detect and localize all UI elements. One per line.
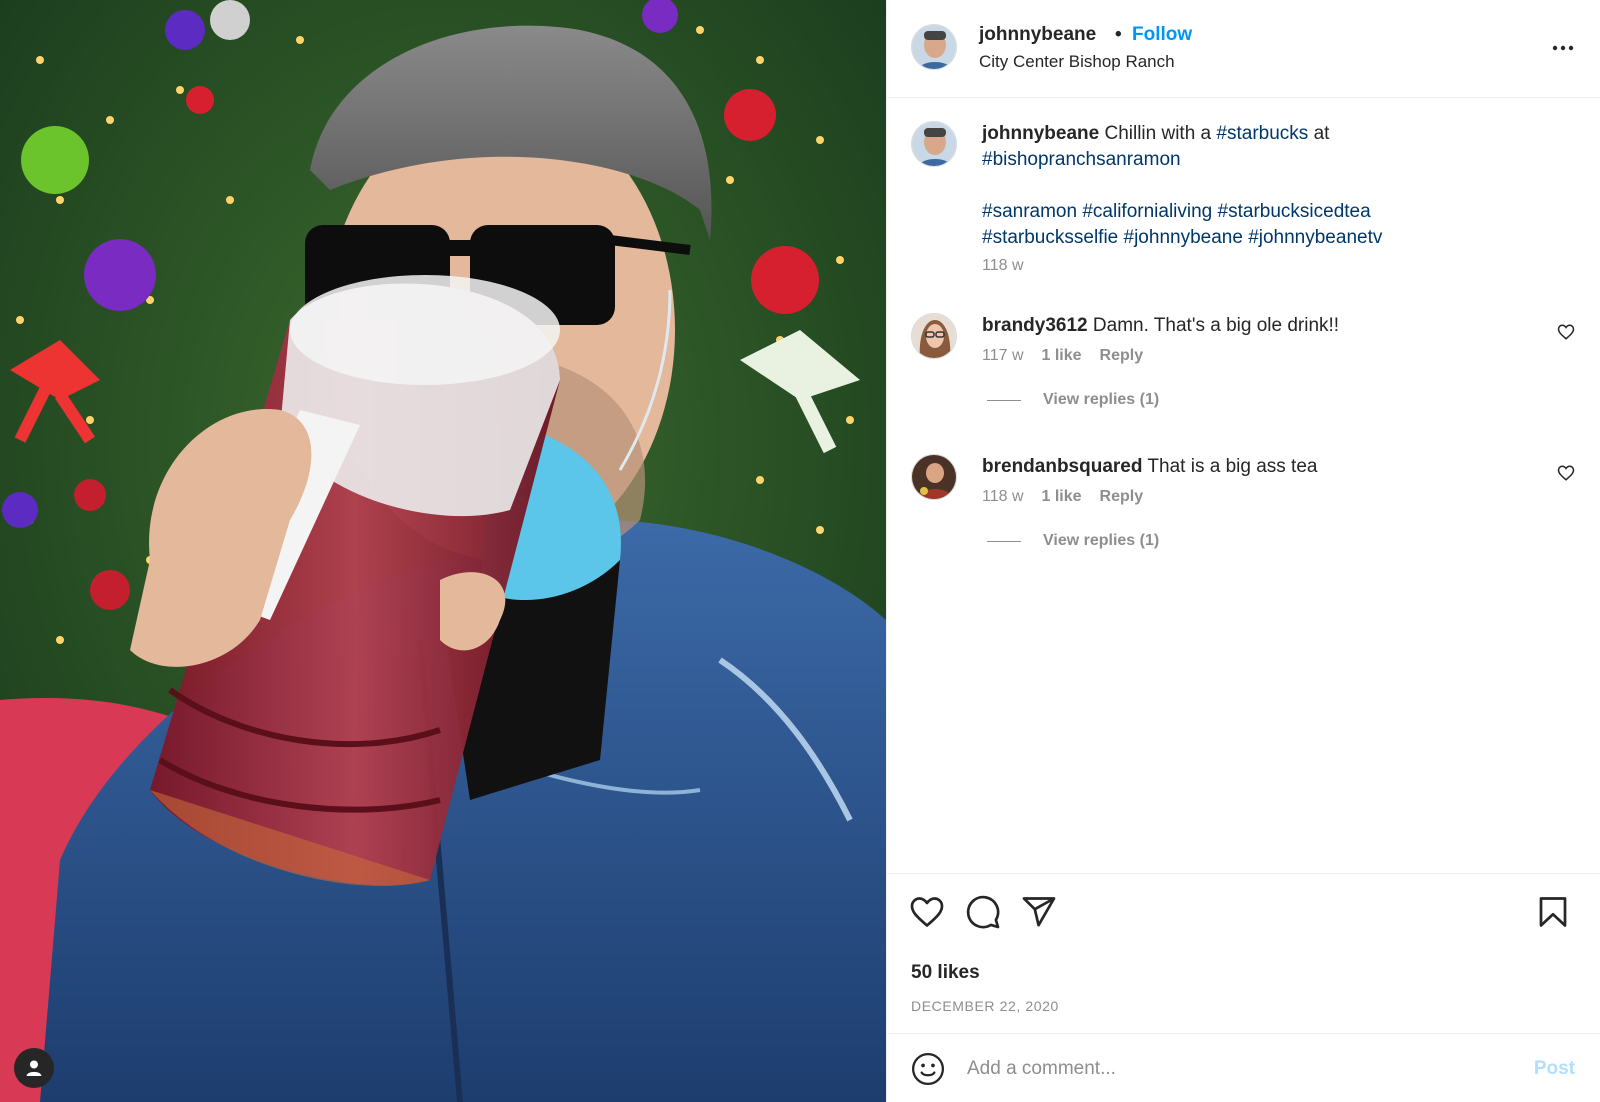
caption-username[interactable]: johnnybeane — [982, 123, 1099, 144]
likes-count[interactable]: 50 likes — [911, 962, 980, 984]
comment-text: Damn. That's a big ole drink!! — [1092, 315, 1340, 336]
caption-text: Chillin with a — [1104, 123, 1212, 144]
reply-button[interactable]: Reply — [1100, 347, 1144, 365]
follow-button[interactable]: Follow — [1132, 24, 1192, 46]
comment-timestamp[interactable]: 117 w — [982, 347, 1024, 365]
post-header: johnnybeane • Follow City Center Bishop … — [887, 0, 1600, 98]
user-tag-icon — [26, 1060, 42, 1076]
avatar-image — [912, 314, 956, 358]
commenter-avatar[interactable] — [911, 313, 957, 359]
comment-likes[interactable]: 1 like — [1042, 347, 1082, 365]
avatar-image — [912, 122, 956, 166]
comment-like-icon[interactable] — [1557, 464, 1575, 482]
comment-likes[interactable]: 1 like — [1042, 488, 1082, 506]
hashtag-link[interactable]: #johnnybeane — [1124, 227, 1243, 248]
caption-avatar[interactable] — [911, 121, 957, 167]
avatar[interactable] — [911, 24, 957, 70]
post-photo[interactable] — [0, 0, 886, 1102]
commenter-avatar[interactable] — [911, 454, 957, 500]
view-replies-label: View replies (1) — [1043, 532, 1160, 549]
comment-meta: 118 w 1 like Reply — [982, 488, 1143, 506]
hashtag-link[interactable]: #starbucksicedtea — [1218, 201, 1371, 222]
hashtag-link[interactable]: #californialiving — [1082, 201, 1212, 222]
heart-icon[interactable] — [909, 894, 945, 930]
view-replies-button[interactable]: View replies (1) — [987, 532, 1159, 550]
post-image — [0, 0, 886, 1102]
comment-item: brandy3612 Damn. That's a big ole drink!… — [887, 313, 1600, 453]
comments-list[interactable]: johnnybeane Chillin with a #starbucks at… — [887, 99, 1600, 873]
avatar-image — [912, 455, 956, 499]
send-icon[interactable] — [1021, 894, 1057, 930]
more-options-icon[interactable] — [1551, 36, 1575, 60]
post-date[interactable]: DECEMBER 22, 2020 — [911, 998, 1059, 1014]
comment-item: brendanbsquared That is a big ass tea 11… — [887, 454, 1600, 594]
comment-icon[interactable] — [965, 894, 1001, 930]
comment-body: brendanbsquared That is a big ass tea — [982, 454, 1317, 480]
comment-text: That is a big ass tea — [1147, 456, 1318, 477]
add-comment-bar: Post — [887, 1033, 1600, 1102]
hashtag-link[interactable]: #sanramon — [982, 201, 1077, 222]
header-username[interactable]: johnnybeane — [979, 24, 1096, 46]
user-tag-button[interactable] — [14, 1048, 54, 1088]
separator-dot: • — [1115, 24, 1122, 45]
caption-text: at — [1313, 123, 1330, 144]
view-replies-label: View replies (1) — [1043, 391, 1160, 408]
comment-username[interactable]: brandy3612 — [982, 315, 1088, 336]
replies-divider — [987, 399, 1021, 401]
hashtag-link[interactable]: #bishopranchsanramon — [982, 149, 1181, 170]
comment-username[interactable]: brendanbsquared — [982, 456, 1142, 477]
post-comment-button[interactable]: Post — [1534, 1058, 1575, 1080]
comment-meta: 117 w 1 like Reply — [982, 347, 1143, 365]
replies-divider — [987, 540, 1021, 542]
emoji-icon[interactable] — [911, 1052, 945, 1086]
post-actions: 50 likes DECEMBER 22, 2020 — [887, 873, 1600, 1033]
hashtag-link[interactable]: #johnnybeanetv — [1248, 227, 1382, 248]
reply-button[interactable]: Reply — [1100, 488, 1144, 506]
avatar-image — [912, 25, 956, 69]
add-comment-input[interactable] — [967, 1051, 1507, 1087]
comment-timestamp[interactable]: 118 w — [982, 488, 1024, 506]
hashtag-link[interactable]: #starbucksselfie — [982, 227, 1118, 248]
caption-timestamp[interactable]: 118 w — [982, 257, 1024, 275]
comment-body: brandy3612 Damn. That's a big ole drink!… — [982, 313, 1339, 339]
view-replies-button[interactable]: View replies (1) — [987, 391, 1159, 409]
location-link[interactable]: City Center Bishop Ranch — [979, 52, 1175, 72]
caption: johnnybeane Chillin with a #starbucks at… — [982, 121, 1542, 251]
hashtag-link[interactable]: #starbucks — [1216, 123, 1308, 144]
comment-like-icon[interactable] — [1557, 323, 1575, 341]
post-side-panel: johnnybeane • Follow City Center Bishop … — [886, 0, 1600, 1102]
bookmark-icon[interactable] — [1535, 894, 1571, 930]
